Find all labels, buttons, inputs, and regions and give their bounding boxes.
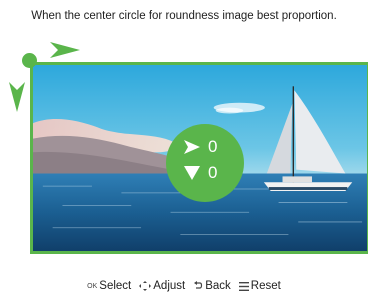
horizontal-value: 0	[208, 137, 218, 156]
instruction-text: When the center circle for roundness ima…	[31, 10, 337, 22]
reset-hint[interactable]: Reset	[238, 280, 281, 292]
reset-label: Reset	[250, 280, 281, 292]
horizontal-offset: 0	[184, 137, 217, 157]
dpad-icon	[139, 281, 152, 291]
adjust-label: Adjust	[153, 280, 186, 292]
return-icon	[193, 281, 203, 291]
vertical-value: 0	[208, 163, 218, 182]
adjust-hint[interactable]: Adjust	[139, 280, 185, 292]
key-hints: OK Select Adjust Back Reset	[0, 280, 368, 292]
vertical-offset: 0	[184, 163, 217, 183]
corner-handle[interactable]	[22, 53, 37, 68]
arrow-right-icon	[184, 140, 200, 154]
back-hint[interactable]: Back	[193, 280, 231, 292]
ok-key-icon: OK	[87, 282, 98, 290]
center-circle[interactable]: 0 0	[166, 124, 244, 202]
select-label: Select	[99, 280, 132, 292]
arrow-down-icon	[9, 82, 25, 112]
arrow-right-icon	[50, 42, 80, 58]
back-label: Back	[205, 280, 231, 292]
menu-icon	[238, 281, 249, 291]
arrow-down-icon	[184, 166, 200, 180]
select-hint[interactable]: OK Select	[87, 280, 131, 292]
